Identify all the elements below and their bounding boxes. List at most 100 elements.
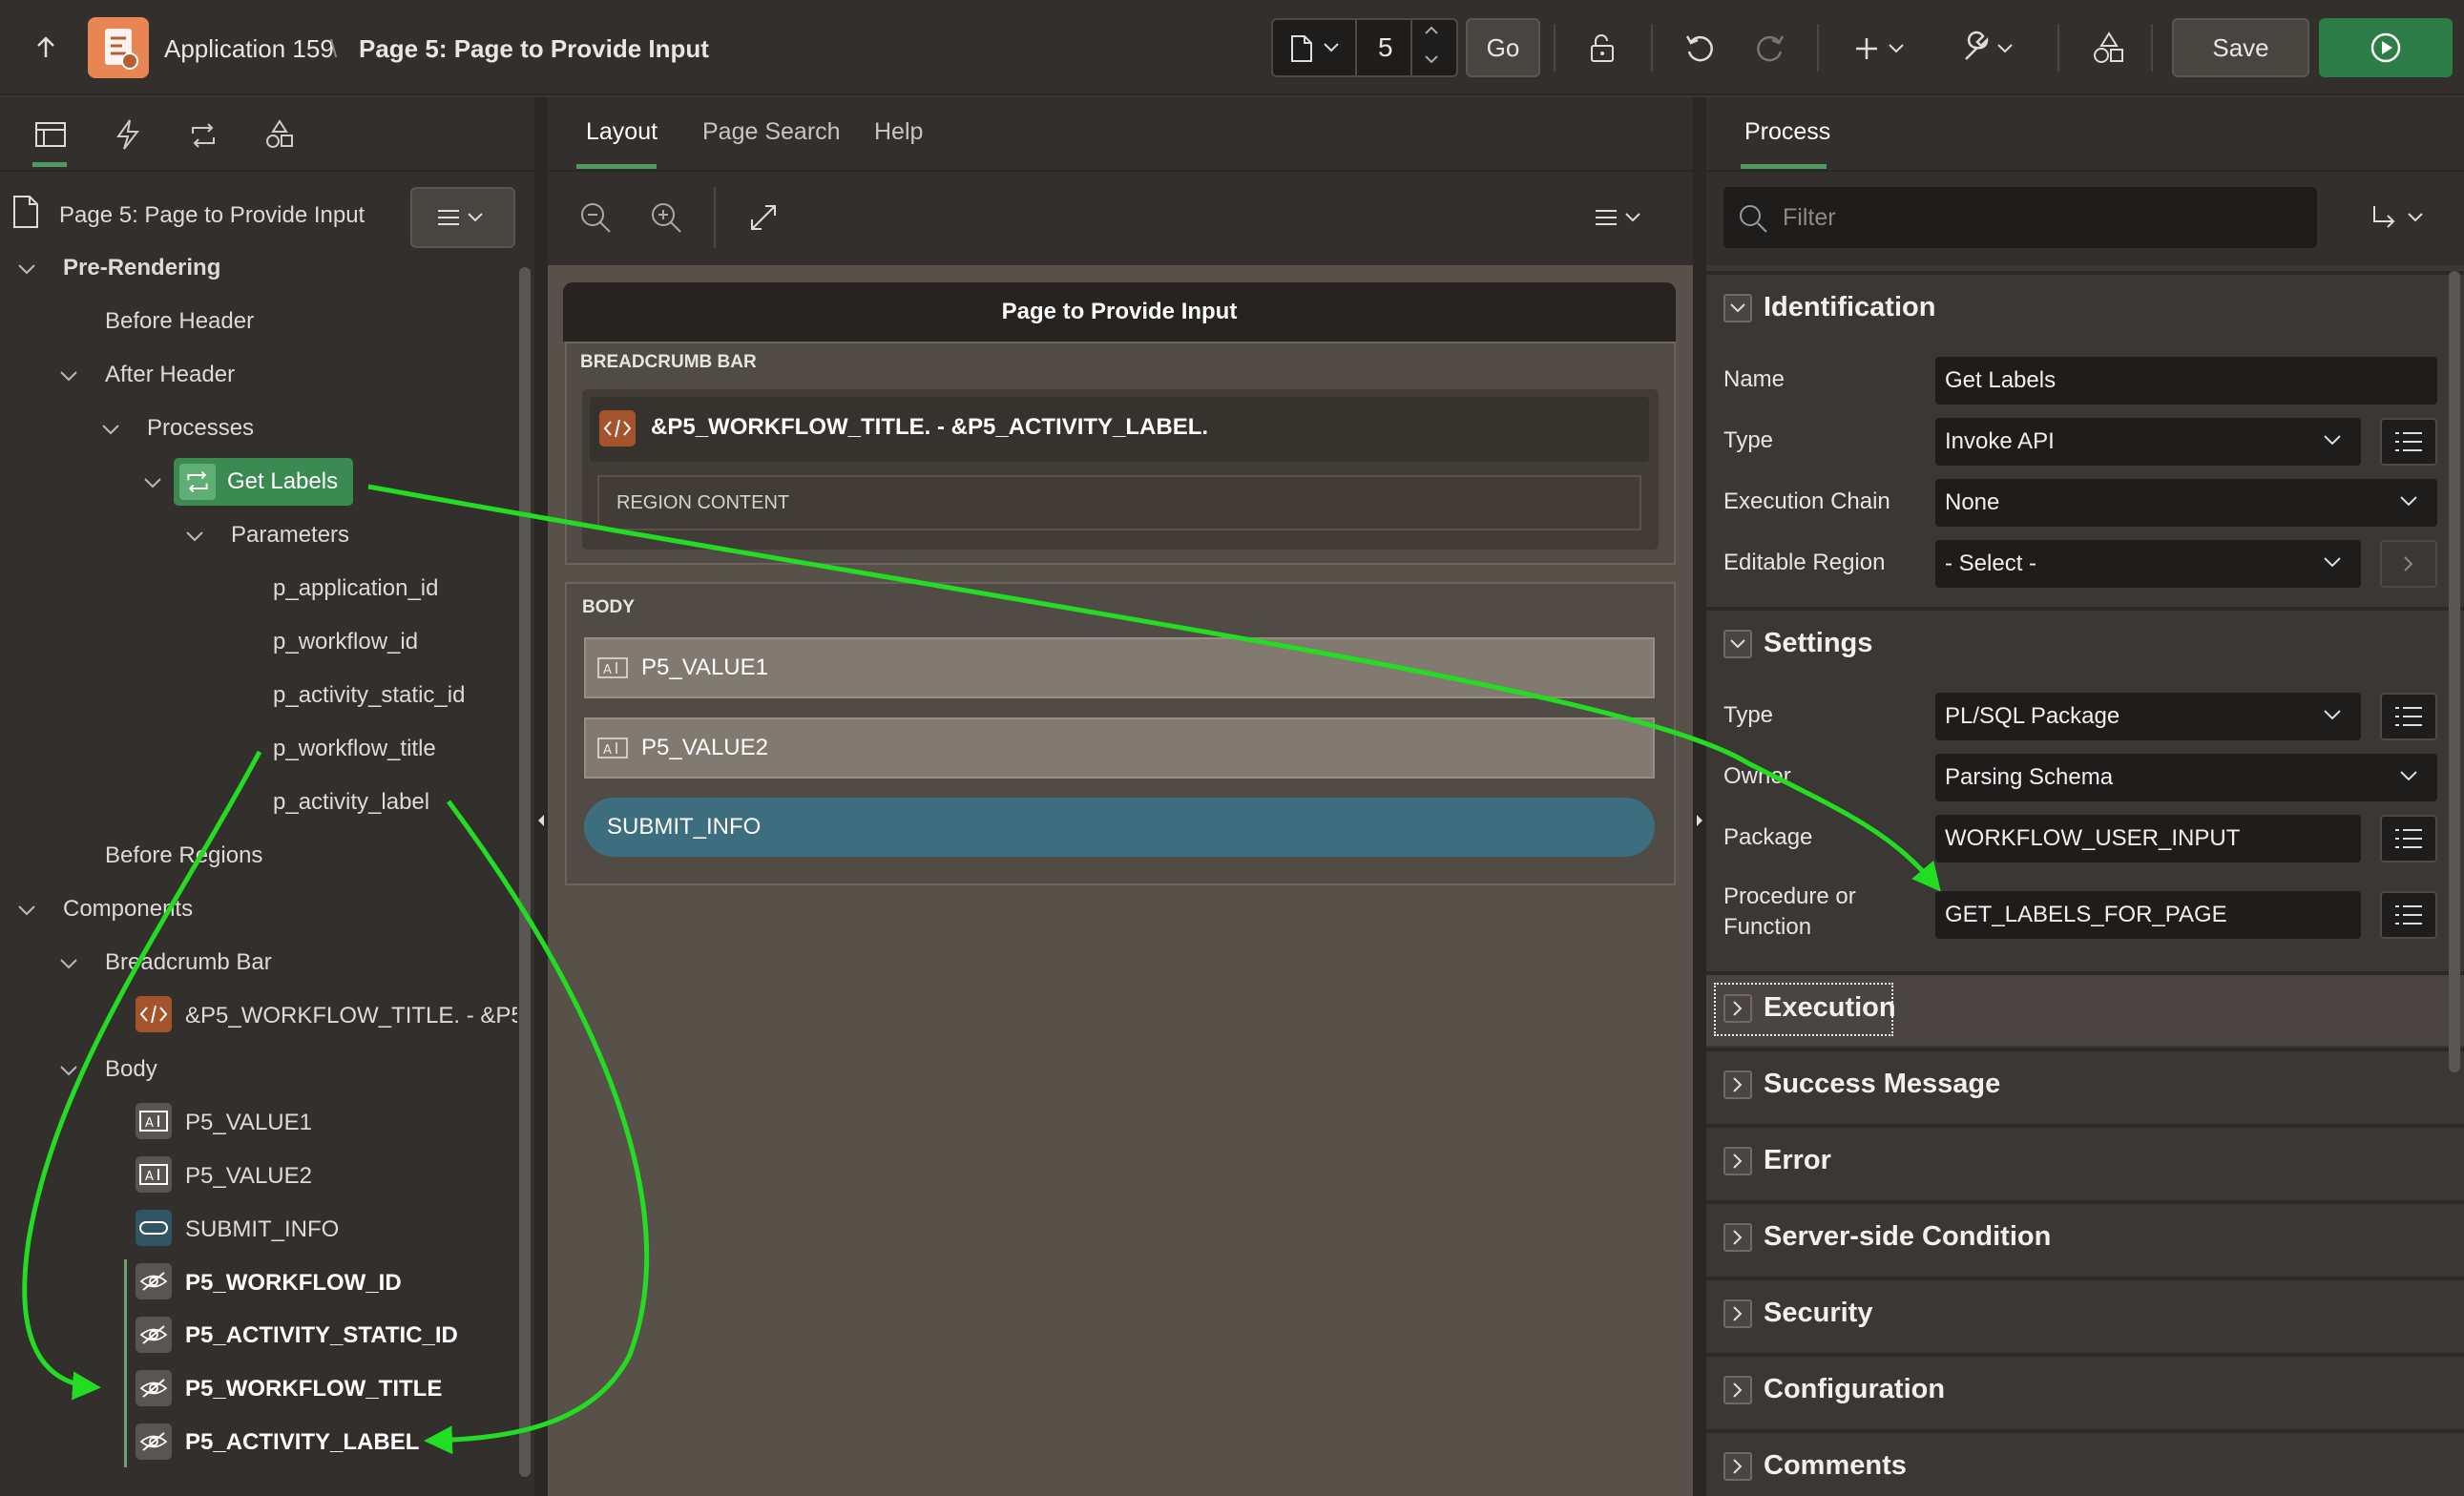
tab-process[interactable]: Process — [1744, 118, 1830, 146]
properties-scrollbar[interactable] — [2449, 271, 2460, 1072]
type-select[interactable]: Invoke API — [1935, 418, 2361, 466]
editable-region-select[interactable]: - Select - — [1935, 540, 2361, 588]
chevron-down-icon[interactable] — [57, 1059, 80, 1082]
tree-scrollbar[interactable] — [519, 267, 531, 1477]
processing-icon[interactable] — [187, 120, 219, 151]
rendering-tree-icon[interactable] — [34, 120, 67, 149]
chevron-down-icon[interactable] — [15, 899, 38, 922]
chevron-down-icon[interactable] — [57, 364, 80, 387]
package-input[interactable]: WORKFLOW_USER_INPUT — [1935, 815, 2361, 862]
settings-type-select[interactable]: PL/SQL Package — [1935, 693, 2361, 740]
expand-security-toggle[interactable] — [1723, 1299, 1752, 1328]
right-splitter[interactable] — [1693, 97, 1706, 1496]
shared-components-icon[interactable] — [2092, 31, 2126, 65]
expand-server-side-condition-toggle[interactable] — [1723, 1223, 1752, 1252]
chevron-down-icon[interactable] — [1424, 53, 1439, 65]
name-input[interactable]: Get Labels — [1935, 357, 2437, 405]
tree-processes[interactable]: Processes — [147, 413, 254, 444]
tree-after-header[interactable]: After Header — [105, 360, 235, 390]
chevron-down-icon[interactable] — [99, 418, 122, 441]
collapse-right-icon[interactable] — [1693, 811, 1706, 830]
expand-comments-toggle[interactable] — [1723, 1452, 1752, 1481]
type-list-button[interactable] — [2380, 418, 2437, 466]
chevron-down-icon[interactable] — [2323, 555, 2342, 569]
tree-menu-button[interactable] — [410, 187, 515, 248]
tree-param-activity-label[interactable]: p_activity_label — [273, 787, 429, 818]
collapse-settings-toggle[interactable] — [1723, 630, 1752, 658]
expand-configuration-toggle[interactable] — [1723, 1376, 1752, 1404]
undo-icon[interactable] — [1683, 32, 1716, 65]
tree-param-activity-static-id[interactable]: p_activity_static_id — [273, 680, 465, 711]
zoom-in-icon[interactable] — [649, 200, 683, 235]
tree-breadcrumb-bar[interactable]: Breadcrumb Bar — [105, 947, 272, 978]
save-button[interactable]: Save — [2172, 18, 2309, 77]
expand-execution-toggle[interactable] — [1723, 994, 1752, 1023]
tab-help[interactable]: Help — [874, 118, 923, 146]
go-to-group-icon[interactable] — [2370, 204, 2432, 233]
unlock-icon[interactable] — [1586, 32, 1618, 65]
tree-hidden-activity-static-id[interactable]: P5_ACTIVITY_STATIC_ID — [185, 1320, 458, 1351]
collapse-identification-toggle[interactable] — [1723, 294, 1752, 322]
tree-param-workflow-title[interactable]: p_workflow_title — [273, 734, 436, 764]
app-link[interactable]: Application 159 — [164, 34, 334, 64]
tree-hidden-workflow-title[interactable]: P5_WORKFLOW_TITLE — [185, 1374, 442, 1404]
create-menu-icon[interactable] — [1855, 32, 1912, 65]
settings-title: Settings — [1764, 628, 1873, 658]
editable-region-go-button[interactable] — [2380, 540, 2437, 588]
tree-before-header[interactable]: Before Header — [105, 306, 254, 337]
tree-body[interactable]: Body — [105, 1054, 157, 1085]
procedure-list-button[interactable] — [2380, 891, 2437, 939]
tree-components[interactable]: Components — [63, 894, 193, 925]
settings-type-list-button[interactable] — [2380, 693, 2437, 740]
tab-page-search[interactable]: Page Search — [702, 118, 841, 146]
execution-chain-select[interactable]: None — [1935, 479, 2437, 527]
chevron-down-icon[interactable] — [183, 525, 206, 548]
name-label: Name — [1723, 366, 1785, 392]
package-list-button[interactable] — [2380, 815, 2437, 862]
expand-success-message-toggle[interactable] — [1723, 1070, 1752, 1099]
left-splitter[interactable] — [534, 97, 548, 1496]
chevron-down-icon[interactable] — [57, 952, 80, 975]
tree-before-regions[interactable]: Before Regions — [105, 841, 262, 871]
tree-hidden-activity-label[interactable]: P5_ACTIVITY_LABEL — [185, 1427, 419, 1458]
tree-hidden-workflow-id[interactable]: P5_WORKFLOW_ID — [185, 1268, 402, 1299]
tree-item-value2[interactable]: P5_VALUE2 — [185, 1161, 312, 1192]
chevron-down-icon[interactable] — [2323, 433, 2342, 447]
tree-item-value1[interactable]: P5_VALUE1 — [185, 1108, 312, 1138]
tree-param-application-id[interactable]: p_application_id — [273, 573, 438, 604]
page-icon[interactable] — [1288, 34, 1315, 63]
chevron-right-icon — [2404, 556, 2413, 571]
go-button[interactable]: Go — [1466, 18, 1540, 77]
chevron-down-icon[interactable] — [2323, 708, 2342, 721]
chevron-down-icon[interactable] — [15, 258, 38, 280]
run-page-button[interactable] — [2319, 18, 2453, 77]
tree-page-node[interactable]: Page 5: Page to Provide Input — [59, 200, 365, 231]
svg-text:A: A — [603, 663, 612, 677]
tab-layout[interactable]: Layout — [586, 118, 658, 146]
page-number-input[interactable]: 5 — [1378, 32, 1393, 63]
chevron-down-icon[interactable] — [2399, 494, 2418, 508]
tree-parameters[interactable]: Parameters — [231, 520, 349, 551]
region-content-slot[interactable]: REGION CONTENT — [597, 475, 1641, 530]
tree-breadcrumb-region[interactable]: &P5_WORKFLOW_TITLE. - &P5_ — [185, 1001, 517, 1031]
expand-icon[interactable] — [748, 202, 779, 233]
chevron-down-icon[interactable] — [141, 471, 164, 494]
tree-submit-info[interactable]: SUBMIT_INFO — [185, 1215, 339, 1245]
layout-submit-button[interactable]: SUBMIT_INFO — [584, 798, 1655, 857]
chevron-down-icon[interactable] — [1323, 42, 1340, 53]
layout-menu-icon[interactable] — [1594, 206, 1651, 229]
tree-param-workflow-id[interactable]: p_workflow_id — [273, 627, 418, 657]
utilities-wrench-icon[interactable] — [1958, 31, 2019, 65]
redo-icon[interactable] — [1754, 32, 1786, 65]
collapse-left-icon[interactable] — [534, 811, 548, 830]
procedure-input[interactable]: GET_LABELS_FOR_PAGE — [1935, 891, 2361, 939]
shared-components-tree-icon[interactable] — [263, 118, 296, 151]
navigate-up-icon[interactable] — [32, 34, 59, 61]
chevron-up-icon[interactable] — [1424, 25, 1439, 36]
expand-error-toggle[interactable] — [1723, 1147, 1752, 1175]
tree-pre-rendering[interactable]: Pre-Rendering — [63, 253, 220, 283]
chevron-down-icon[interactable] — [2399, 769, 2418, 782]
zoom-out-icon[interactable] — [578, 200, 613, 235]
dynamic-actions-icon[interactable] — [115, 118, 141, 151]
owner-select[interactable]: Parsing Schema — [1935, 754, 2437, 801]
